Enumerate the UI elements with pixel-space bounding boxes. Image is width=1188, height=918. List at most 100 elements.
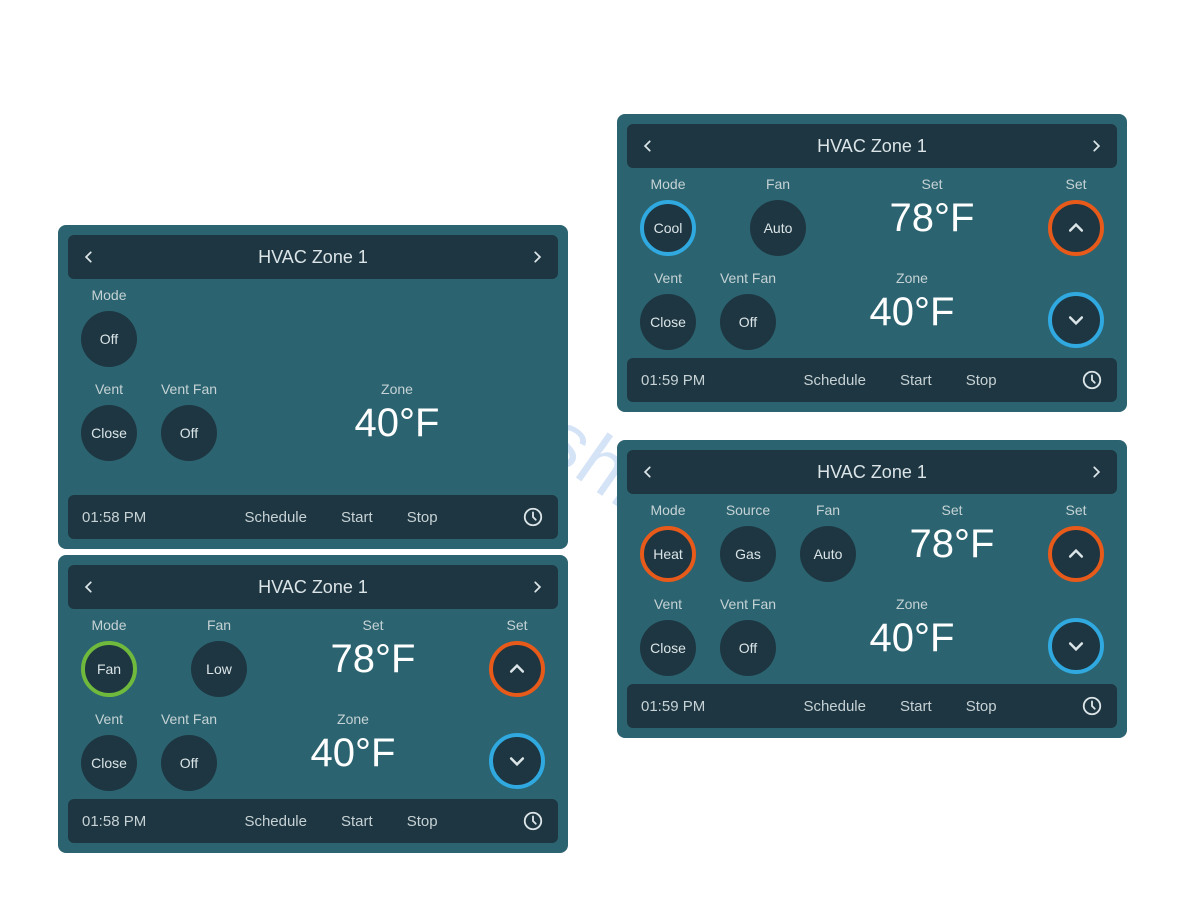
panel-title: HVAC Zone 1 [817,462,927,483]
zone-readout: Zone 40°F [234,711,472,776]
vent-button[interactable]: Close [640,294,696,350]
set-down-button[interactable] [1048,618,1104,674]
ventfan-label: Vent Fan [161,711,217,727]
chevron-right-icon[interactable] [1089,461,1103,483]
set-readout: Set 78°F [833,176,1031,241]
set-label: Set [941,502,962,518]
set-down-control [1041,596,1111,674]
panel-header: HVAC Zone 1 [68,565,558,609]
fan-control: Fan Auto [733,176,823,256]
set-readout: Set 78°F [873,502,1031,567]
vent-button[interactable]: Close [640,620,696,676]
set-up-button[interactable] [1048,526,1104,582]
ventfan-button[interactable]: Off [720,294,776,350]
panel-footer: 01:59 PM Schedule Start Stop [627,684,1117,728]
schedule-link[interactable]: Schedule [244,509,307,526]
mode-button[interactable]: Heat [640,526,696,582]
zone-readout: Zone 40°F [793,270,1031,335]
start-link[interactable]: Start [900,372,932,389]
stop-link[interactable]: Stop [407,813,438,830]
zone-label: Zone [337,711,369,727]
mode-label: Mode [650,176,685,192]
ventfan-label: Vent Fan [720,270,776,286]
stop-link[interactable]: Stop [407,509,438,526]
zone-value: 40°F [870,616,955,661]
schedule-link[interactable]: Schedule [803,698,866,715]
chevron-left-icon[interactable] [82,246,96,268]
set-down-button[interactable] [1048,292,1104,348]
fan-label: Fan [816,502,840,518]
source-label: Source [726,502,770,518]
chevron-left-icon[interactable] [641,135,655,157]
set-down-button[interactable] [489,733,545,789]
set-up-label: Set [1065,502,1086,518]
set-up-label: Set [506,617,527,633]
ventfan-control: Vent Fan Off [713,270,783,350]
stop-link[interactable]: Stop [966,372,997,389]
ventfan-control: Vent Fan Off [154,381,224,461]
schedule-link[interactable]: Schedule [803,372,866,389]
fan-label: Fan [207,617,231,633]
hvac-panel-4: HVAC Zone 1 Mode Heat Source Gas Fan Aut… [617,440,1127,738]
zone-value: 40°F [870,290,955,335]
zone-readout: Zone 40°F [312,381,482,446]
clock-time: 01:58 PM [82,813,160,830]
chevron-down-icon [1066,636,1086,656]
stop-link[interactable]: Stop [966,698,997,715]
chevron-left-icon[interactable] [82,576,96,598]
clock-icon[interactable] [522,810,544,832]
clock-icon[interactable] [1081,695,1103,717]
start-link[interactable]: Start [341,509,373,526]
chevron-left-icon[interactable] [641,461,655,483]
mode-button[interactable]: Fan [81,641,137,697]
set-label: Set [362,617,383,633]
mode-label: Mode [91,617,126,633]
set-value: 78°F [890,196,975,241]
set-up-control: Set [1041,502,1111,582]
mode-button[interactable]: Cool [640,200,696,256]
ventfan-button[interactable]: Off [720,620,776,676]
clock-icon[interactable] [522,506,544,528]
set-value: 78°F [910,522,995,567]
set-value: 78°F [331,637,416,682]
mode-control: Mode Cool [633,176,703,256]
fan-control: Fan Auto [793,502,863,582]
ventfan-label: Vent Fan [720,596,776,612]
vent-button[interactable]: Close [81,735,137,791]
fan-button[interactable]: Low [191,641,247,697]
mode-button[interactable]: Off [81,311,137,367]
set-down-control [482,711,552,789]
set-up-button[interactable] [1048,200,1104,256]
ventfan-control: Vent Fan Off [154,711,224,791]
vent-label: Vent [95,381,123,397]
vent-button[interactable]: Close [81,405,137,461]
chevron-up-icon [507,659,527,679]
chevron-down-icon [1066,310,1086,330]
set-up-button[interactable] [489,641,545,697]
hvac-panel-2: HVAC Zone 1 Mode Fan Fan Low Set 78°F Se… [58,555,568,853]
set-down-control [1041,270,1111,348]
hvac-panel-1: HVAC Zone 1 Mode Off Vent Close Vent Fan… [58,225,568,549]
panel-header: HVAC Zone 1 [627,450,1117,494]
fan-button[interactable]: Auto [800,526,856,582]
fan-button[interactable]: Auto [750,200,806,256]
start-link[interactable]: Start [900,698,932,715]
ventfan-button[interactable]: Off [161,735,217,791]
schedule-link[interactable]: Schedule [244,813,307,830]
zone-readout: Zone 40°F [793,596,1031,661]
clock-time: 01:59 PM [641,698,719,715]
chevron-right-icon[interactable] [530,246,544,268]
ventfan-label: Vent Fan [161,381,217,397]
chevron-right-icon[interactable] [530,576,544,598]
mode-control: Mode Heat [633,502,703,582]
source-button[interactable]: Gas [720,526,776,582]
ventfan-control: Vent Fan Off [713,596,783,676]
chevron-right-icon[interactable] [1089,135,1103,157]
clock-icon[interactable] [1081,369,1103,391]
ventfan-button[interactable]: Off [161,405,217,461]
start-link[interactable]: Start [341,813,373,830]
vent-control: Vent Close [74,711,144,791]
vent-control: Vent Close [633,596,703,676]
vent-label: Vent [95,711,123,727]
set-up-label: Set [1065,176,1086,192]
